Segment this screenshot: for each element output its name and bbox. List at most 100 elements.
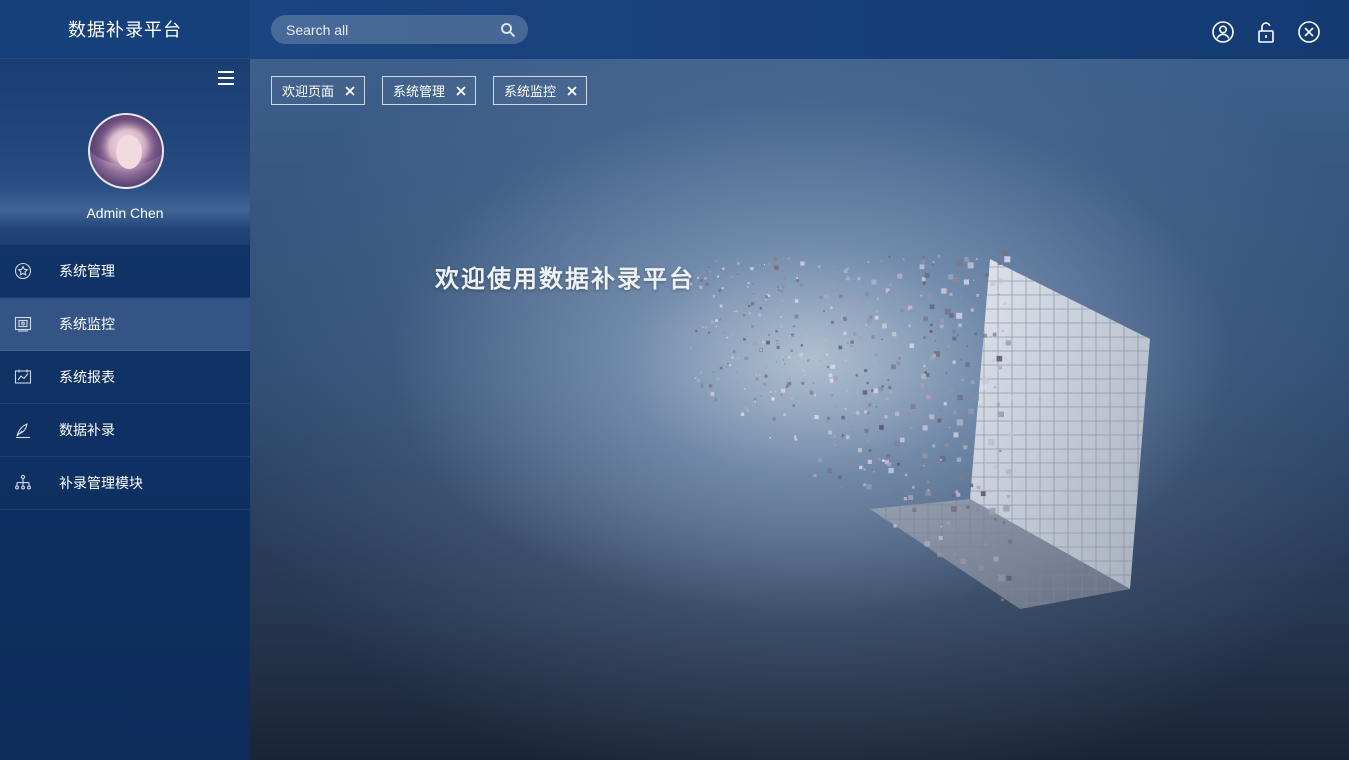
search-input[interactable]: [286, 21, 500, 38]
particle: [940, 458, 942, 461]
particle: [759, 374, 761, 376]
particle: [704, 325, 708, 329]
particle: [755, 377, 759, 381]
particle: [824, 294, 829, 299]
particle: [1007, 539, 1013, 544]
sidebar-item-system-monitor[interactable]: 系统监控: [0, 298, 250, 351]
particle: [744, 356, 749, 361]
particle: [712, 295, 715, 298]
particle: [828, 373, 833, 378]
particle: [763, 382, 767, 386]
particle: [955, 490, 959, 494]
user-icon[interactable]: [1211, 20, 1235, 44]
main-content: 欢迎页面 系统管理 系统监控 欢迎使用数据补录平台: [250, 59, 1349, 760]
sidebar-item-entry-management[interactable]: 补录管理模块: [0, 457, 250, 510]
sidebar-item-label: 数据补录: [59, 423, 115, 439]
particle: [865, 324, 868, 327]
particle: [756, 405, 759, 407]
particle: [998, 278, 1004, 284]
particle: [963, 279, 969, 285]
particle: [776, 309, 780, 313]
particle: [873, 471, 875, 473]
particle: [833, 376, 838, 381]
close-icon[interactable]: [344, 85, 356, 97]
particle: [902, 258, 905, 261]
particle: [735, 310, 738, 313]
particle: [845, 359, 847, 361]
particle: [956, 457, 962, 462]
tab-system-management[interactable]: 系统管理: [382, 76, 477, 105]
particle: [704, 277, 707, 280]
tab-welcome[interactable]: 欢迎页面: [271, 76, 366, 105]
particle: [725, 272, 728, 275]
avatar[interactable]: [88, 113, 164, 189]
hamburger-menu-icon[interactable]: [218, 71, 234, 85]
particle: [768, 262, 771, 266]
particle: [747, 282, 750, 285]
particle: [922, 453, 928, 459]
particle: [699, 371, 703, 375]
particle: [940, 409, 942, 411]
particle: [847, 265, 850, 268]
particle: [722, 287, 724, 289]
close-icon[interactable]: [455, 85, 467, 97]
particle: [948, 274, 954, 280]
particle: [910, 404, 916, 409]
particle: [1003, 302, 1007, 305]
particle: [921, 260, 925, 264]
particle: [759, 307, 762, 310]
particle: [772, 385, 774, 387]
particle: [912, 507, 917, 512]
tab-system-monitor[interactable]: 系统监控: [493, 76, 588, 105]
particle: [937, 254, 941, 259]
particle: [841, 314, 844, 317]
particle: [979, 384, 987, 391]
particle: [796, 277, 798, 279]
particle: [976, 507, 981, 511]
particle: [920, 463, 923, 466]
particle: [699, 285, 703, 289]
particle: [765, 367, 767, 369]
hierarchy-icon: [14, 474, 32, 492]
particle: [951, 527, 954, 531]
particle: [789, 378, 791, 380]
unlock-icon[interactable]: [1254, 20, 1278, 44]
particle: [940, 456, 946, 462]
particle: [922, 281, 926, 285]
sidebar-item-data-entry[interactable]: 数据补录: [0, 404, 250, 457]
particle: [829, 378, 834, 383]
particle: [869, 315, 873, 319]
particle: [976, 485, 981, 490]
sidebar-item-system-report[interactable]: 系统报表: [0, 351, 250, 404]
close-circle-icon[interactable]: [1297, 20, 1321, 44]
particle: [873, 388, 879, 394]
particle: [771, 267, 775, 272]
particle: [781, 300, 783, 302]
welcome-heading: 欢迎使用数据补录平台: [435, 264, 695, 293]
particle: [902, 300, 909, 306]
particle: [791, 293, 793, 295]
particle: [964, 257, 969, 262]
particle: [818, 458, 822, 463]
particle: [941, 288, 947, 294]
particle: [998, 574, 1005, 582]
particle: [800, 344, 804, 347]
particle: [830, 306, 833, 309]
particle: [881, 385, 885, 388]
particle: [988, 439, 995, 446]
particle: [920, 294, 923, 297]
particle: [920, 383, 925, 388]
particle: [930, 323, 933, 327]
particle: [800, 261, 805, 266]
particle: [785, 386, 788, 388]
close-icon[interactable]: [566, 85, 578, 97]
sidebar-item-system-management[interactable]: 系统管理: [0, 245, 250, 298]
particle: [1009, 395, 1014, 400]
particle: [887, 276, 890, 278]
particle: [923, 316, 929, 322]
particle: [716, 377, 720, 381]
particle: [843, 317, 847, 321]
particle: [1005, 340, 1011, 346]
particle: [762, 340, 765, 344]
search-icon[interactable]: [500, 22, 516, 38]
